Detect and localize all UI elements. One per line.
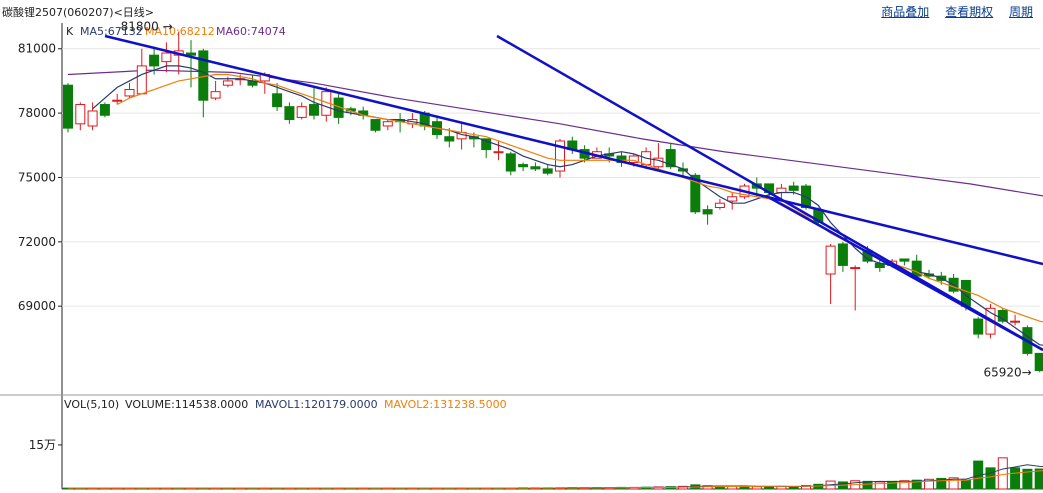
- legend-k: K: [66, 25, 74, 38]
- candle-body: [825, 245, 836, 275]
- legend-vol: VOL(5,10): [64, 398, 119, 411]
- candle-body: [296, 106, 307, 118]
- volume-bar: [813, 483, 824, 490]
- low-annotation: 65920→: [983, 365, 1031, 379]
- candlestick-chart: 810007800075000720006900015万K MA5:67132 MA…: [0, 20, 1043, 490]
- candle-body: [444, 136, 455, 142]
- candle-body: [727, 196, 738, 202]
- candle-body: [161, 52, 172, 63]
- legend-mavol1: MAVOL1:120179.0000: [255, 398, 378, 411]
- candle-body: [210, 91, 221, 99]
- candle-body: [493, 151, 504, 154]
- ma60-line: [67, 69, 1043, 197]
- candle-body: [63, 84, 73, 129]
- legend-volume: VOLUME:114538.0000: [125, 398, 248, 411]
- candle-body: [973, 318, 984, 335]
- candle-body: [309, 104, 319, 116]
- legend-ma60: MA60:74074: [216, 25, 286, 38]
- ma5-line: [92, 65, 1043, 346]
- candle-body: [1010, 320, 1021, 323]
- candle-body: [776, 187, 787, 193]
- price-tick-label: 72000: [18, 235, 56, 249]
- volume-bar: [751, 486, 762, 490]
- ma10-line: [116, 73, 1043, 323]
- candle-body: [112, 99, 123, 102]
- volume-bar: [788, 486, 799, 490]
- price-tick-label: 78000: [18, 106, 56, 120]
- candle-body: [788, 185, 799, 191]
- candle-body: [702, 209, 713, 215]
- candle-body: [850, 267, 861, 270]
- candle-body: [222, 80, 233, 86]
- candle-body: [899, 258, 910, 262]
- candle-body: [124, 89, 135, 97]
- trendline-short: [769, 196, 1043, 352]
- high-annotation: 81800 →: [121, 20, 173, 34]
- trendline-long: [104, 34, 1043, 266]
- candle-body: [87, 110, 98, 127]
- candle-body: [284, 106, 295, 121]
- candle-body: [272, 93, 283, 108]
- price-tick-label: 81000: [18, 42, 56, 56]
- candle-body: [136, 65, 147, 95]
- candle-body: [75, 104, 86, 125]
- candle-body: [714, 202, 725, 209]
- candle-body: [382, 121, 393, 127]
- volume-bar: [764, 486, 775, 490]
- volume-bar: [874, 481, 885, 490]
- price-tick-label: 75000: [18, 170, 56, 184]
- candle-body: [542, 168, 553, 174]
- candle-body: [1034, 352, 1043, 372]
- legend-mavol2: MAVOL2:131238.5000: [384, 398, 507, 411]
- candle-body: [530, 166, 541, 170]
- trendline-steep: [496, 34, 1043, 352]
- candle-body: [370, 119, 381, 131]
- volume-bar: [1010, 467, 1021, 490]
- price-tick-label: 69000: [18, 299, 56, 313]
- candle-body: [837, 243, 848, 266]
- volume-bar: [997, 457, 1008, 490]
- volume-tick-label: 15万: [29, 438, 56, 452]
- volume-bar: [960, 479, 971, 490]
- candle-body: [99, 104, 110, 116]
- volume-bar: [985, 467, 996, 490]
- candle-body: [505, 153, 516, 172]
- candle-body: [149, 54, 160, 67]
- candle-body: [518, 164, 529, 168]
- volume-bar: [1034, 468, 1043, 490]
